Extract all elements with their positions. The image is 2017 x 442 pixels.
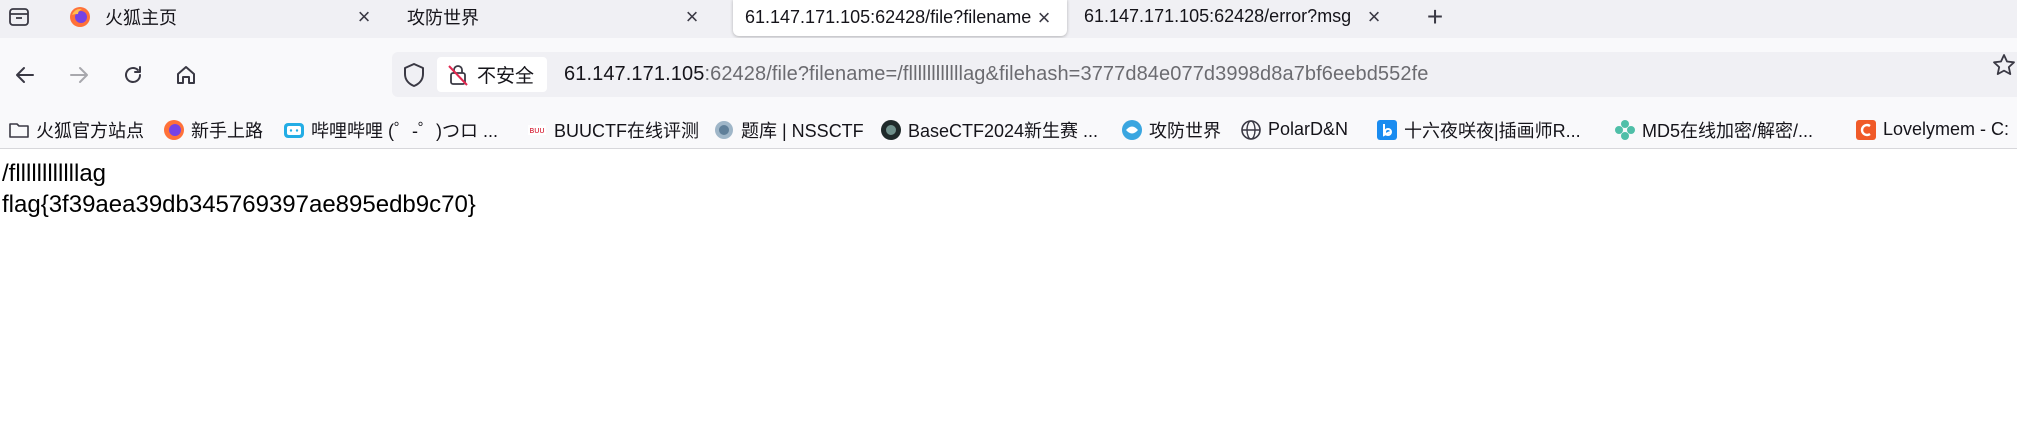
url-path: :62428/file?filename=/fllllllllllllag&fi… [704, 63, 1429, 85]
bookmark-star-button[interactable] [1992, 53, 2016, 82]
tab-adworld[interactable]: 攻防世界 × [395, 0, 715, 33]
bookmark-buuctf[interactable]: BUU BUUCTF在线评测 [526, 111, 699, 148]
tab-file-active[interactable]: 61.147.171.105:62428/file?filename × [733, 0, 1067, 36]
forward-arrow-icon [70, 67, 88, 83]
firefox-icon [164, 119, 184, 140]
close-tab-icon[interactable]: × [1363, 4, 1385, 30]
bookmarks-toolbar: 火狐官方站点 新手上路 哔哩哔哩 (゜-゜)つロ ... BUU BUUCTF在… [0, 111, 2017, 149]
tab-list-button[interactable] [0, 0, 40, 33]
bookmark-illustrator[interactable]: 十六夜咲夜|插画师R... [1376, 111, 1581, 148]
insecure-lock-icon [448, 64, 468, 86]
bookmark-label: 攻防世界 [1149, 120, 1221, 141]
security-label: 不安全 [477, 66, 535, 87]
bookmark-label: Lovelymem - C: [1883, 119, 2010, 139]
nssctf-icon [715, 120, 733, 139]
bookmark-basectf[interactable]: BaseCTF2024新生赛 ... [880, 111, 1098, 148]
tab-label: 61.147.171.105:62428/file?filename [745, 7, 1032, 27]
firefox-icon [70, 6, 90, 27]
bookmark-label: 题库 | NSSCTF [741, 120, 864, 141]
bookmark-adworld[interactable]: 攻防世界 [1121, 111, 1221, 148]
forward-button[interactable] [62, 58, 96, 92]
address-bar[interactable]: 不安全 61.147.171.105:62428/file?filename=/… [392, 52, 2017, 97]
md5-icon [1615, 119, 1635, 140]
bookmark-md5[interactable]: MD5在线加密/解密/... [1614, 111, 1813, 148]
new-tab-button[interactable]: + [1410, 0, 1460, 33]
tab-bar: 火狐主页 × 攻防世界 × 61.147.171.105:62428/file?… [0, 0, 2017, 38]
url-text[interactable]: 61.147.171.105:62428/file?filename=/flll… [564, 63, 1428, 86]
shield-icon [404, 63, 424, 87]
reload-icon [125, 66, 141, 83]
tab-firefox-home[interactable]: 火狐主页 × [57, 0, 387, 33]
file-path-text: /fllllllllllllag [2, 160, 107, 187]
home-icon [177, 66, 195, 84]
bookmark-label: BaseCTF2024新生赛 ... [908, 120, 1099, 141]
bookmark-getting-started[interactable]: 新手上路 [163, 111, 263, 148]
globe-icon [1241, 119, 1261, 140]
reload-button[interactable] [116, 58, 150, 92]
tab-error[interactable]: 61.147.171.105:62428/error?msg × [1072, 0, 1397, 33]
bookmark-nssctf[interactable]: 题库 | NSSCTF [713, 111, 864, 148]
svg-text:BUU: BUU [529, 127, 544, 135]
close-tab-icon[interactable]: × [1033, 5, 1055, 31]
navigation-toolbar: 不安全 61.147.171.105:62428/file?filename=/… [0, 38, 2017, 111]
bookmark-label: MD5在线加密/解密/... [1642, 120, 1814, 141]
tab-label: 火狐主页 [105, 7, 177, 28]
lovelymem-icon [1856, 119, 1876, 140]
basectf-icon [881, 119, 901, 140]
url-host: 61.147.171.105 [564, 63, 705, 85]
tab-label: 攻防世界 [407, 7, 479, 28]
flag-text: flag{3f39aea39db345769397ae895edb9c70} [2, 191, 476, 218]
security-indicator[interactable]: 不安全 [437, 57, 547, 92]
back-button[interactable] [8, 58, 42, 92]
bookmark-label: PolarD&N [1268, 119, 1349, 139]
bookmark-label: 火狐官方站点 [36, 120, 144, 141]
bookmark-label: 哔哩哔哩 (゜-゜)つロ ... [311, 120, 498, 141]
bilibili-icon [284, 122, 304, 138]
bookmark-lovelymem[interactable]: Lovelymem - C: [1855, 111, 2009, 148]
plus-icon: + [1426, 0, 1444, 32]
page-content: /fllllllllllllag flag{3f39aea39db3457693… [0, 149, 2017, 442]
tab-list-icon [9, 7, 29, 26]
bookmark-bilibili[interactable]: 哔哩哔哩 (゜-゜)つロ ... [283, 111, 498, 148]
bookmark-label: BUUCTF在线评测 [554, 120, 699, 141]
home-button[interactable] [169, 58, 203, 92]
back-arrow-icon [16, 67, 34, 83]
bookmark-label: 十六夜咲夜|插画师R... [1404, 120, 1581, 141]
bing-icon [1377, 119, 1397, 140]
folder-icon [9, 122, 29, 138]
tab-label: 61.147.171.105:62428/error?msg [1084, 6, 1352, 26]
buuctf-icon: BUU [528, 124, 546, 135]
bookmark-label: 新手上路 [191, 120, 263, 141]
bookmark-polardn[interactable]: PolarD&N [1240, 111, 1348, 148]
close-tab-icon[interactable]: × [353, 4, 375, 30]
adworld-icon [1122, 119, 1142, 140]
bookmark-folder-firefox[interactable]: 火狐官方站点 [8, 111, 144, 148]
star-icon [1993, 54, 2015, 75]
tracking-protection-button[interactable] [402, 62, 426, 93]
close-tab-icon[interactable]: × [681, 4, 703, 30]
